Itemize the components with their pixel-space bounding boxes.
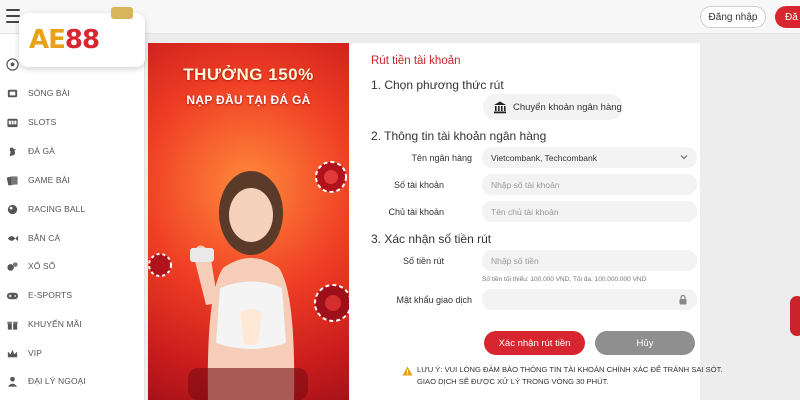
sidebar-item-game-bai[interactable]: GAME BÀI xyxy=(0,167,145,193)
page-background xyxy=(697,34,800,400)
lottery-icon xyxy=(7,261,18,271)
slot-machine-icon xyxy=(7,118,18,127)
promo-illustration xyxy=(148,161,349,400)
sidebar-item-label: GAME BÀI xyxy=(28,175,70,185)
warning-icon xyxy=(402,366,413,376)
sidebar-item-ban-ca[interactable]: BẮN CÁ xyxy=(0,225,145,251)
form-title: Rút tiền tài khoản xyxy=(371,55,461,67)
account-owner-label: Chủ tài khoản xyxy=(388,207,444,217)
account-number-input[interactable]: Nhập số tài khoản xyxy=(482,174,697,195)
account-number-label: Số tài khoản xyxy=(393,180,444,190)
bank-transfer-option[interactable]: Chuyển khoản ngân hàng xyxy=(483,94,623,120)
sidebar-item-xo-so[interactable]: XỔ SỐ xyxy=(0,253,145,279)
sidebar-item-label: BẮN CÁ xyxy=(28,233,61,243)
password-label: Mật khẩu giao dịch xyxy=(396,295,472,305)
sidebar-item-dai-ly[interactable]: ĐẠI LÝ NGOẠI xyxy=(0,368,145,394)
hamburger-icon[interactable] xyxy=(6,9,20,23)
sidebar-item-label: VIP xyxy=(28,348,43,358)
amount-label: Số tiền rút xyxy=(402,256,444,266)
rooster-icon xyxy=(9,146,17,156)
sidebar-item-label: ĐÁ GÀ xyxy=(28,146,55,156)
cards-icon xyxy=(6,175,18,186)
bank-name-select[interactable]: Vietcombank, Techcombank xyxy=(482,147,697,168)
sidebar-item-e-sports[interactable]: E-SPORTS xyxy=(0,282,145,308)
racing-ball-icon xyxy=(7,204,18,214)
gift-icon xyxy=(7,321,18,330)
password-input[interactable] xyxy=(482,289,697,310)
sidebar-item-label: SLOTS xyxy=(28,117,57,127)
cancel-button[interactable]: Hủy xyxy=(595,331,695,355)
bank-transfer-label: Chuyển khoản ngân hàng xyxy=(513,101,622,113)
login-button[interactable]: Đăng nhập xyxy=(700,6,766,28)
register-button[interactable]: Đă xyxy=(775,6,800,28)
bank-name-value: Vietcombank, Techcombank xyxy=(491,152,597,163)
agent-icon xyxy=(7,376,18,387)
sidebar-item-label: SÒNG BÀI xyxy=(28,88,70,98)
sidebar-item-label: RACING BALL xyxy=(28,204,86,214)
sidebar-item-label: E-SPORTS xyxy=(28,290,73,300)
chevron-down-icon xyxy=(680,155,688,160)
bank-icon xyxy=(494,101,506,114)
step-3-heading: 3. Xác nhận số tiền rút xyxy=(371,232,492,246)
brand-logo[interactable]: AE88 xyxy=(19,7,145,67)
sidebar-item-racing-ball[interactable]: RACING BALL xyxy=(0,196,145,222)
crown-icon xyxy=(7,349,18,357)
sidebar: THỂ THAO SÒNG BÀI SLOTS ĐÁ GÀ GAME BÀI R… xyxy=(0,34,145,400)
floating-tab[interactable] xyxy=(790,296,800,336)
logo-text: AE88 xyxy=(29,25,100,55)
sidebar-item-slots[interactable]: SLOTS xyxy=(0,109,145,135)
bank-name-label: Tên ngân hàng xyxy=(411,153,472,163)
amount-input[interactable]: Nhập số tiền xyxy=(482,250,697,271)
gamepad-icon xyxy=(6,292,19,299)
step-1-heading: 1. Chọn phương thức rút xyxy=(371,78,504,92)
logo-decoration xyxy=(111,7,133,19)
promo-banner: THƯỞNG 150% NẠP ĐẦU TẠI ĐÁ GÀ xyxy=(148,43,349,400)
account-owner-input[interactable]: Tên chủ tài khoản xyxy=(482,201,697,222)
fish-icon xyxy=(7,235,19,241)
note-line-2: GIAO DỊCH SẼ ĐƯỢC XỬ LÝ TRONG VÒNG 30 PH… xyxy=(417,377,609,386)
casino-chip-icon xyxy=(7,89,18,97)
confirm-withdraw-button[interactable]: Xác nhận rút tiền xyxy=(484,331,585,355)
step-2-heading: 2. Thông tin tài khoản ngân hàng xyxy=(371,129,547,143)
soccer-ball-icon xyxy=(6,57,19,71)
amount-hint: Số tiền tối thiểu: 100.000 VND, Tối đa: … xyxy=(482,276,647,283)
sidebar-item-label: KHUYẾN MÃI xyxy=(28,319,82,329)
sidebar-item-song-bai[interactable]: SÒNG BÀI xyxy=(0,80,145,106)
sidebar-item-label: XỔ SỐ xyxy=(28,261,56,271)
sidebar-item-da-ga[interactable]: ĐÁ GÀ xyxy=(0,138,145,164)
note-line-1: LƯU Ý: VUI LÒNG ĐẢM BẢO THÔNG TIN TÀI KH… xyxy=(417,365,723,374)
lock-icon xyxy=(679,294,687,305)
sidebar-item-label: ĐẠI LÝ NGOẠI xyxy=(28,376,86,386)
sidebar-item-khuyen-mai[interactable]: KHUYẾN MÃI xyxy=(0,311,145,337)
sidebar-item-vip[interactable]: VIP xyxy=(0,340,145,366)
